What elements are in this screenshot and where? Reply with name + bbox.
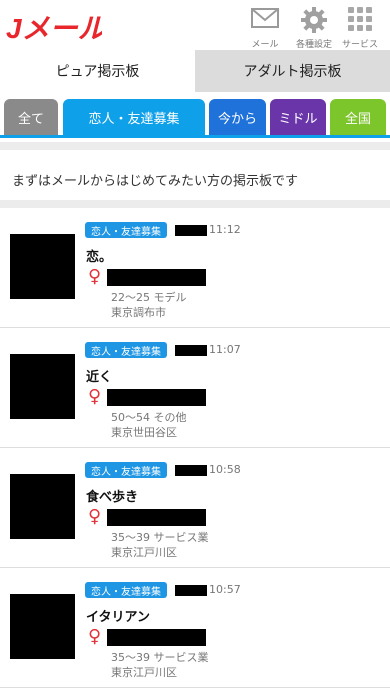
- age-occupation: 50～54 その他: [111, 411, 187, 424]
- mail-label: メール: [251, 40, 279, 50]
- avatar[interactable]: [10, 234, 75, 299]
- tab-adult-board[interactable]: アダルト掲示板: [195, 50, 390, 92]
- svg-text:Jメール: Jメール: [6, 13, 102, 42]
- redacted-nickname: [107, 269, 206, 286]
- board-tabs: ピュア掲示板 アダルト掲示板: [0, 50, 390, 92]
- gear-icon: [301, 7, 327, 33]
- age-occupation: 35～39 サービス業: [111, 651, 209, 664]
- redacted-name: [175, 345, 207, 356]
- female-icon: ♀: [88, 266, 102, 287]
- post-time: 11:12: [209, 223, 241, 236]
- redacted-name: [175, 225, 207, 236]
- header: Jメール メール 各種設定 サービス: [0, 0, 390, 50]
- mail-button[interactable]: メール: [243, 6, 287, 50]
- services-label: サービス: [341, 40, 378, 50]
- location: 東京調布市: [111, 306, 166, 319]
- category-tabs: 全て 恋人・友達募集 今から ミドル 全国: [0, 99, 390, 135]
- post-time: 10:57: [209, 583, 241, 596]
- post-meta: 35～39 サービス業 東京江戸川区: [111, 650, 209, 680]
- settings-button[interactable]: 各種設定: [292, 6, 336, 50]
- location: 東京江戸川区: [111, 546, 177, 559]
- post-meta: 50～54 その他 東京世田谷区: [111, 410, 187, 440]
- category-badge: 恋人・友達募集: [85, 582, 167, 598]
- post-title: 恋。: [86, 250, 113, 265]
- category-underline: [0, 135, 390, 138]
- post-time: 10:58: [209, 463, 241, 476]
- location: 東京世田谷区: [111, 426, 177, 439]
- post-item[interactable]: 恋人・友達募集 10:58 食べ歩き ♀ 35～39 サービス業 東京江戸川区: [0, 448, 390, 568]
- category-tab-all[interactable]: 全て: [4, 99, 58, 135]
- post-title: 食べ歩き: [86, 490, 139, 505]
- age-occupation: 22～25 モデル: [111, 291, 187, 304]
- post-item[interactable]: 恋人・友達募集 11:12 恋。 ♀ 22～25 モデル 東京調布市: [0, 208, 390, 328]
- female-icon: ♀: [88, 626, 102, 647]
- category-badge: 恋人・友達募集: [85, 222, 167, 238]
- category-tab-lover-friend[interactable]: 恋人・友達募集: [63, 99, 205, 135]
- category-badge: 恋人・友達募集: [85, 462, 167, 478]
- category-tab-middle[interactable]: ミドル: [270, 99, 326, 135]
- services-button[interactable]: サービス: [338, 6, 382, 50]
- redacted-nickname: [107, 629, 206, 646]
- redacted-nickname: [107, 389, 206, 406]
- post-item[interactable]: 恋人・友達募集 10:57 イタリアン ♀ 35～39 サービス業 東京江戸川区: [0, 568, 390, 688]
- age-occupation: 35～39 サービス業: [111, 531, 209, 544]
- category-tab-nationwide[interactable]: 全国: [330, 99, 386, 135]
- post-item[interactable]: 恋人・友達募集 11:07 近く ♀ 50～54 その他 東京世田谷区: [0, 328, 390, 448]
- female-icon: ♀: [88, 386, 102, 407]
- grid-icon: [348, 7, 372, 31]
- redacted-nickname: [107, 509, 206, 526]
- tab-pure-board[interactable]: ピュア掲示板: [0, 50, 195, 92]
- female-icon: ♀: [88, 506, 102, 527]
- avatar[interactable]: [10, 594, 75, 659]
- category-tab-now[interactable]: 今から: [209, 99, 266, 135]
- post-meta: 35～39 サービス業 東京江戸川区: [111, 530, 209, 560]
- jmail-logo[interactable]: Jメール: [6, 12, 102, 42]
- post-time: 11:07: [209, 343, 241, 356]
- board-description: まずはメールからはじめてみたい方の掲示板です: [12, 173, 299, 189]
- divider: [0, 142, 390, 150]
- divider: [0, 200, 390, 208]
- avatar[interactable]: [10, 474, 75, 539]
- category-badge: 恋人・友達募集: [85, 342, 167, 358]
- redacted-name: [175, 465, 207, 476]
- post-title: イタリアン: [86, 610, 150, 625]
- location: 東京江戸川区: [111, 666, 177, 679]
- avatar[interactable]: [10, 354, 75, 419]
- redacted-name: [175, 585, 207, 596]
- post-meta: 22～25 モデル 東京調布市: [111, 290, 187, 320]
- mail-icon: [251, 8, 279, 28]
- post-title: 近く: [86, 370, 113, 385]
